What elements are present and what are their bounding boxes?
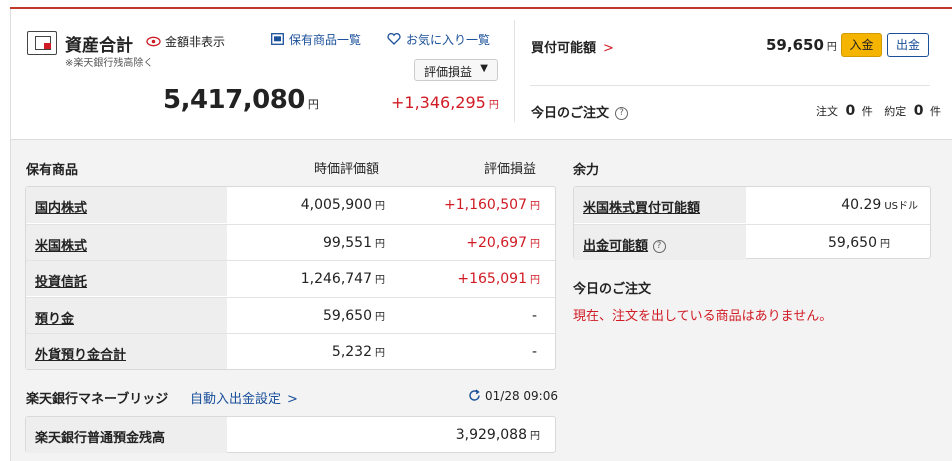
list-icon — [271, 33, 284, 45]
triangle-down-icon: ▼ — [480, 63, 488, 74]
order-unit: 件 — [861, 105, 873, 118]
table-row[interactable]: 米国株式買付可能額 40.29 USドル — [574, 187, 930, 223]
today-orders-header: 今日のご注文? — [531, 102, 629, 121]
total-assets-unit: 円 — [307, 98, 319, 111]
buying-power-label: 買付可能額 — [531, 41, 597, 56]
row-pl: +165,091 円 — [457, 271, 540, 287]
today-orders-label: 今日のご注文 — [531, 106, 610, 121]
refresh-timestamp[interactable]: 01/28 09:06 — [468, 389, 558, 403]
auto-transfer-label: 自動入出金設定 — [190, 392, 282, 407]
bank-row-value: 3,929,088 円 — [455, 427, 540, 443]
row-label[interactable]: 出金可能額 ? — [574, 224, 746, 260]
table-row[interactable]: 投資信託 1,246,747 円 +165,091 円 — [26, 260, 555, 296]
heart-icon — [387, 33, 401, 45]
favorites-label: お気に入り一覧 — [406, 33, 491, 47]
table-row: 楽天銀行普通預金残高 3,929,088 円 — [26, 417, 555, 453]
deposit-button[interactable]: 入金 — [841, 33, 882, 57]
row-value: 99,551 円 — [323, 234, 385, 251]
row-pl: - — [531, 307, 537, 324]
holdings-title: 保有商品 — [26, 163, 79, 178]
total-assets-value: 5,417,080 円 — [163, 85, 319, 115]
summary-divider — [514, 20, 515, 122]
hide-amount-toggle[interactable]: 金額非表示 — [146, 33, 225, 50]
row-label[interactable]: 預り金 — [26, 297, 227, 333]
auto-transfer-link[interactable]: 自動入出金設定 > — [190, 388, 298, 407]
order-counts: 注文 0 件 約定 0 件 — [816, 103, 941, 119]
table-row[interactable]: 預り金 59,650 円 - — [26, 296, 555, 333]
col-value-header: 時価評価額 — [314, 162, 380, 177]
assets-icon — [27, 31, 57, 55]
help-icon[interactable]: ? — [652, 239, 666, 253]
buying-power-unit: 円 — [826, 42, 837, 53]
buying-power-number: 59,650 — [766, 36, 824, 54]
order-count: 0 — [845, 103, 856, 119]
total-pl-unit: 円 — [488, 100, 499, 111]
row-pl: +20,697 円 — [466, 234, 540, 251]
chevron-right-icon: > — [287, 392, 298, 407]
row-label[interactable]: 国内株式 — [26, 187, 227, 223]
row-label[interactable]: 米国株式 — [26, 224, 227, 260]
buying-power-link[interactable]: 買付可能額 > — [531, 37, 614, 56]
row-value: 40.29 USドル — [841, 197, 918, 213]
bank-table: 楽天銀行普通預金残高 3,929,088 円 — [25, 416, 556, 453]
help-icon[interactable]: ? — [615, 107, 629, 120]
sort-label: 評価損益 — [424, 65, 473, 79]
no-orders-message: 現在、注文を出している商品はありません。 — [573, 309, 833, 324]
row-value: 59,650 円 — [323, 307, 385, 324]
favorites-link[interactable]: お気に入り一覧 — [387, 31, 490, 48]
row-pl: +1,160,507 円 — [444, 197, 540, 213]
row-value: 5,232 円 — [331, 344, 385, 360]
sort-dropdown[interactable]: 評価損益 ▼ — [414, 59, 498, 81]
total-assets-number: 5,417,080 — [163, 85, 305, 115]
hide-amount-label: 金額非表示 — [165, 35, 226, 49]
order-label: 注文 — [816, 105, 838, 118]
timestamp-label: 01/28 09:06 — [485, 389, 558, 403]
buying-power-value: 59,650 円 — [766, 36, 837, 54]
table-row[interactable]: 外貨預り金合計 5,232 円 - — [26, 333, 555, 369]
exec-count: 0 — [913, 103, 924, 119]
right-divider — [530, 85, 930, 86]
margin-title: 余力 — [573, 163, 600, 178]
row-value: 4,005,900 円 — [300, 197, 385, 213]
table-row[interactable]: 出金可能額 ? 59,650 円 — [574, 223, 930, 260]
exec-unit: 件 — [930, 105, 941, 118]
table-row[interactable]: 国内株式 4,005,900 円 +1,160,507 円 — [26, 187, 555, 223]
today-orders-title: 今日のご注文 — [573, 282, 652, 297]
exec-label: 約定 — [884, 105, 907, 118]
holdings-list-link[interactable]: 保有商品一覧 — [271, 31, 361, 48]
margin-table: 米国株式買付可能額 40.29 USドル 出金可能額 ? 59,650 円 — [573, 186, 931, 260]
bank-title: 楽天銀行マネーブリッジ — [26, 392, 169, 407]
row-label[interactable]: 投資信託 — [26, 261, 227, 296]
col-pl-header: 評価損益 — [484, 162, 537, 177]
total-pl-number: +1,346,295 — [391, 93, 486, 112]
total-pl-value: +1,346,295 円 — [391, 93, 499, 112]
chevron-right-icon: > — [603, 41, 614, 56]
row-label[interactable]: 米国株式買付可能額 — [574, 187, 746, 223]
bank-row-label: 楽天銀行普通預金残高 — [26, 417, 227, 453]
row-value: 59,650 円 — [828, 234, 890, 251]
assets-title: 資産合計 — [65, 36, 133, 56]
refresh-icon — [469, 389, 480, 401]
row-value: 1,246,747 円 — [300, 271, 385, 287]
holdings-list-label: 保有商品一覧 — [289, 33, 362, 47]
eye-icon — [146, 36, 161, 47]
assets-note: ※楽天銀行残高除く — [65, 58, 154, 69]
holdings-table: 国内株式 4,005,900 円 +1,160,507 円 米国株式 99,551 円… — [25, 186, 556, 370]
table-row[interactable]: 米国株式 99,551 円 +20,697 円 — [26, 223, 555, 260]
row-label[interactable]: 外貨預り金合計 — [26, 334, 227, 369]
withdraw-button[interactable]: 出金 — [887, 33, 929, 57]
row-pl: - — [531, 344, 537, 360]
